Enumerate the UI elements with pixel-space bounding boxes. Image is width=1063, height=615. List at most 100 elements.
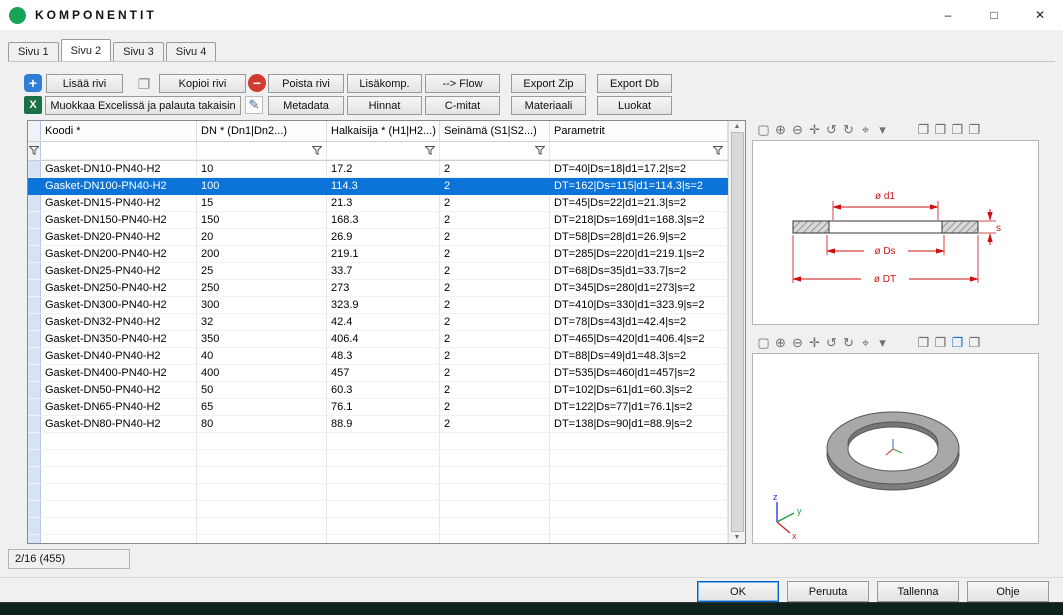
column-header-0[interactable]: Koodi * [41,121,197,141]
pan-icon[interactable]: ✛ [806,334,823,352]
table-row[interactable]: Gasket-DN50-PN40-H25060.32DT=102|Ds=61|d… [28,382,728,399]
copy-view-2-icon[interactable]: ❐ [932,121,949,139]
extra-component-button[interactable]: Lisäkomp. [347,74,422,93]
rotate-cw-icon[interactable]: ↻ [840,121,857,139]
tab-sivu-3[interactable]: Sivu 3 [113,42,164,61]
vertical-scrollbar[interactable]: ▲ ▼ [728,121,745,543]
table-row[interactable]: Gasket-DN15-PN40-H21521.32DT=45|Ds=22|d1… [28,195,728,212]
zoom-in-icon[interactable]: ⊕ [772,334,789,352]
filter-icon[interactable] [713,146,723,155]
zoom-in-icon[interactable]: ⊕ [772,121,789,139]
center-view-icon[interactable]: ⌖ [857,121,874,139]
classes-button[interactable]: Luokat [597,96,672,115]
drawing-2d-viewport[interactable]: ø d1 s ø Ds ø DT [752,140,1039,325]
select-region-icon[interactable]: ▢ [755,121,772,139]
column-header-2[interactable]: Halkaisija * (H1|H2...) [327,121,440,141]
export-db-button[interactable]: Export Db [597,74,672,93]
cell-col0: Gasket-DN150-PN40-H2 [41,212,197,229]
copy-view-3-icon[interactable]: ❐ [949,334,966,352]
select-region-icon[interactable]: ▢ [755,334,772,352]
table-row[interactable]: Gasket-DN150-PN40-H2150168.32DT=218|Ds=1… [28,212,728,229]
filter-cell-3[interactable] [440,142,550,160]
copy-view-4-icon[interactable]: ❐ [966,121,983,139]
row-indicator [28,365,41,382]
rotate-cw-icon[interactable]: ↻ [840,334,857,352]
delete-row-button[interactable]: Poista rivi [268,74,344,93]
column-header-3[interactable]: Seinämä (S1|S2...) [440,121,550,141]
scroll-up-icon[interactable]: ▲ [734,123,741,130]
cell-col0: Gasket-DN25-PN40-H2 [41,263,197,280]
table-row[interactable]: Gasket-DN350-PN40-H2350406.42DT=465|Ds=4… [28,331,728,348]
copy-view-4-icon[interactable]: ❐ [966,334,983,352]
table-row[interactable]: Gasket-DN20-PN40-H22026.92DT=58|Ds=28|d1… [28,229,728,246]
table-row[interactable]: Gasket-DN10-PN40-H21017.22DT=40|Ds=18|d1… [28,161,728,178]
rotate-ccw-icon[interactable]: ↺ [823,334,840,352]
maximize-button[interactable]: □ [971,0,1017,30]
cell-col4: DT=285|Ds=220|d1=219.1|s=2 [550,246,728,263]
cell-col1: 250 [197,280,327,297]
filter-icon[interactable] [425,146,435,155]
filter-cell-2[interactable] [327,142,440,160]
copy-view-1-icon[interactable]: ❐ [915,334,932,352]
close-button[interactable]: ✕ [1017,0,1063,30]
minimize-button[interactable]: – [925,0,971,30]
copy-icon[interactable]: ❐ [135,75,153,93]
c-dimensions-button[interactable]: C-mitat [425,96,500,115]
copy-row-button[interactable]: Kopioi rivi [159,74,246,93]
material-button[interactable]: Materiaali [511,96,586,115]
scroll-down-icon[interactable]: ▼ [734,534,741,541]
copy-view-3-icon[interactable]: ❐ [949,121,966,139]
tab-sivu-2[interactable]: Sivu 2 [61,39,112,61]
remove-row-icon[interactable]: − [248,74,266,92]
filter-icon[interactable] [535,146,545,155]
add-row-icon[interactable]: + [24,74,42,92]
table-row[interactable]: Gasket-DN200-PN40-H2200219.12DT=285|Ds=2… [28,246,728,263]
pan-icon[interactable]: ✛ [806,121,823,139]
cell-col3: 2 [440,263,550,280]
view-options-caret-icon[interactable]: ▾ [874,121,891,139]
scrollbar-thumb[interactable] [731,132,744,532]
ok-button[interactable]: OK [697,581,779,602]
filter-icon[interactable] [29,146,39,155]
flow-button[interactable]: --> Flow [425,74,500,93]
zoom-out-icon[interactable]: ⊖ [789,334,806,352]
filter-cell-4[interactable] [550,142,728,160]
table-row[interactable]: Gasket-DN80-PN40-H28088.92DT=138|Ds=90|d… [28,416,728,433]
table-row[interactable]: Gasket-DN65-PN40-H26576.12DT=122|Ds=77|d… [28,399,728,416]
rotate-ccw-icon[interactable]: ↺ [823,121,840,139]
help-button[interactable]: Ohje [967,581,1049,602]
window-title: KOMPONENTIT [35,8,157,22]
column-header-4[interactable]: Parametrit [550,121,728,141]
view-3d-viewport[interactable]: z y x [752,353,1039,544]
table-row[interactable]: Gasket-DN25-PN40-H22533.72DT=68|Ds=35|d1… [28,263,728,280]
copy-view-2-icon[interactable]: ❐ [932,334,949,352]
center-view-icon[interactable]: ⌖ [857,334,874,352]
table-row[interactable]: Gasket-DN250-PN40-H22502732DT=345|Ds=280… [28,280,728,297]
table-row[interactable]: Gasket-DN300-PN40-H2300323.92DT=410|Ds=3… [28,297,728,314]
filter-cell-1[interactable] [197,142,327,160]
column-header-1[interactable]: DN * (Dn1|Dn2...) [197,121,327,141]
view-options-caret-icon[interactable]: ▾ [874,334,891,352]
table-row[interactable]: Gasket-DN40-PN40-H24048.32DT=88|Ds=49|d1… [28,348,728,365]
cancel-button[interactable]: Peruuta [787,581,869,602]
table-row[interactable]: Gasket-DN32-PN40-H23242.42DT=78|Ds=43|d1… [28,314,728,331]
zoom-out-icon[interactable]: ⊖ [789,121,806,139]
filter-cell-0[interactable] [41,142,197,160]
save-button[interactable]: Tallenna [877,581,959,602]
cell [327,433,440,450]
table-row[interactable]: Gasket-DN100-PN40-H2100114.32DT=162|Ds=1… [28,178,728,195]
edit-in-excel-button[interactable]: Muokkaa Excelissä ja palauta takaisin [45,96,241,115]
tab-sivu-4[interactable]: Sivu 4 [166,42,217,61]
prices-button[interactable]: Hinnat [347,96,422,115]
add-row-button[interactable]: Lisää rivi [46,74,123,93]
excel-icon[interactable]: X [24,96,42,114]
metadata-icon[interactable]: ✎ [245,96,263,114]
row-indicator [28,382,41,399]
copy-view-1-icon[interactable]: ❐ [915,121,932,139]
export-zip-button[interactable]: Export Zip [511,74,586,93]
metadata-button[interactable]: Metadata [268,96,344,115]
filter-icon[interactable] [312,146,322,155]
filter-indicator-cell[interactable] [28,142,41,160]
tab-sivu-1[interactable]: Sivu 1 [8,42,59,61]
table-row[interactable]: Gasket-DN400-PN40-H24004572DT=535|Ds=460… [28,365,728,382]
